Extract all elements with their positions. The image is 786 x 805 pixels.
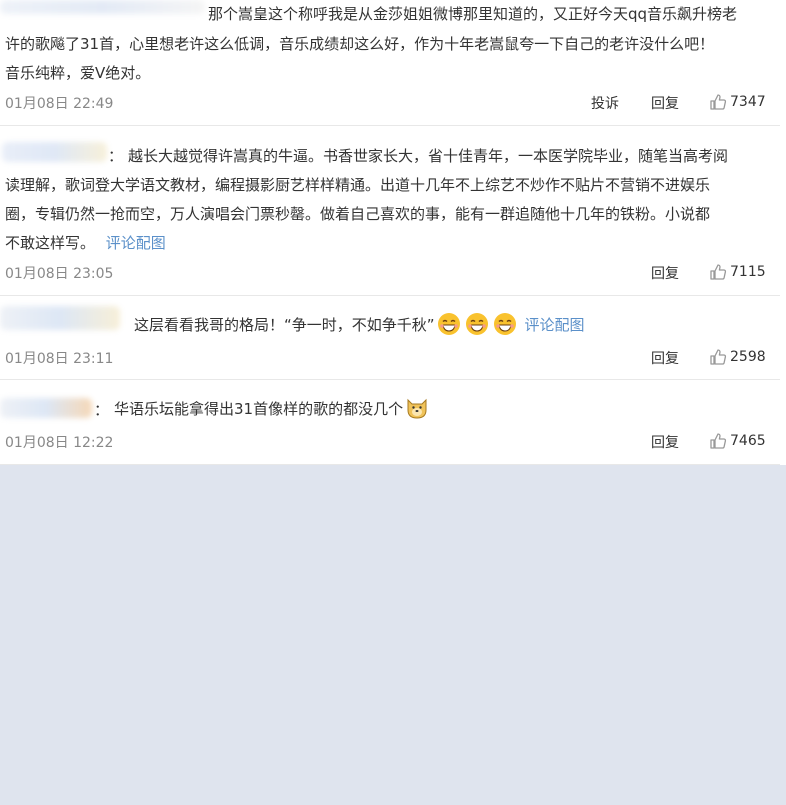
comment-body: 华语乐坛能拿得出31首像样的歌的都没几个 [114, 396, 431, 420]
comment-text: 华语乐坛能拿得出31首像样的歌的都没几个 [114, 399, 404, 418]
comment-item: 这层看看我哥的格局！“争一时，不如争千秋” 评论配图 01月08日 23:11 … [0, 296, 780, 380]
grinning-emoji-icon [465, 313, 488, 335]
report-button[interactable]: 投诉 [591, 93, 619, 113]
page-background [0, 465, 786, 805]
comment-picture-link[interactable]: 评论配图 [525, 314, 585, 335]
comment-body: 这层看看我哥的格局！“争一时，不如争千秋” 评论配图 [134, 312, 585, 336]
grinning-emoji-icon [437, 313, 460, 335]
comment-item: ： 越长大越觉得许嵩真的牛逼。书香世家长大，省十佳青年，一本医学院毕业，随笔当高… [0, 126, 780, 296]
comment-item: ： 华语乐坛能拿得出31首像样的歌的都没几个 01月08日 12:22 回复 7… [0, 380, 780, 465]
like-count: 2598 [730, 349, 766, 365]
like-count: 7465 [730, 433, 766, 449]
page: 那个嵩皇这个称呼我是从金莎姐姐微博那里知道的，又正好今天qq音乐飙升榜老 许的歌… [0, 0, 786, 805]
blurred-username [0, 398, 92, 418]
thumb-up-icon [709, 93, 727, 111]
like-button[interactable]: 7115 [709, 263, 766, 281]
comment-text-line: 音乐纯粹，爱V绝对。 [5, 64, 151, 82]
colon: ： [94, 401, 110, 419]
comment-picture-link[interactable]: 评论配图 [106, 234, 166, 252]
comment-text-line: 许的歌飚了31首，心里想老许这么低调，音乐成绩却这么好，作为十年老嵩鼠夸一下自己… [5, 35, 715, 53]
like-button[interactable]: 7347 [709, 93, 766, 111]
grinning-emoji-icon [493, 313, 516, 335]
comment-time: 01月08日 23:05 [5, 266, 114, 282]
reply-button[interactable]: 回复 [651, 263, 679, 283]
like-count: 7115 [730, 264, 766, 280]
blurred-username [0, 0, 205, 14]
like-button[interactable]: 7465 [709, 432, 766, 450]
comment-time: 01月08日 23:11 [5, 351, 114, 367]
reply-button[interactable]: 回复 [651, 348, 679, 368]
blurred-username [2, 142, 107, 162]
comment-text-line: 越长大越觉得许嵩真的牛逼。书香世家长大，省十佳青年，一本医学院毕业，随笔当高考阅 [128, 147, 729, 165]
thumb-up-icon [709, 263, 727, 281]
comment-text-line: 不敢这样写。 评论配图 [5, 232, 166, 253]
comment-time: 01月08日 12:22 [5, 435, 114, 451]
comment-list: 那个嵩皇这个称呼我是从金莎姐姐微博那里知道的，又正好今天qq音乐飙升榜老 许的歌… [0, 0, 786, 465]
reply-button[interactable]: 回复 [651, 432, 679, 452]
reply-button[interactable]: 回复 [651, 93, 679, 113]
like-button[interactable]: 2598 [709, 348, 766, 366]
thumb-up-icon [709, 432, 727, 450]
comment-text-end: 不敢这样写。 [5, 234, 96, 252]
comment-text-line: 读理解，歌词登大学语文教材，编程摄影厨艺样样精通。出道十几年不上综艺不炒作不贴片… [5, 176, 711, 194]
colon: ： [108, 147, 124, 165]
thumb-up-icon [709, 348, 727, 366]
blurred-username [0, 306, 120, 330]
doge-emoji-icon [407, 398, 427, 419]
comment-text-line: 那个嵩皇这个称呼我是从金莎姐姐微博那里知道的，又正好今天qq音乐飙升榜老 [208, 5, 738, 23]
comment-text: 这层看看我哥的格局！“争一时，不如争千秋” [134, 315, 435, 334]
like-count: 7347 [730, 94, 766, 110]
comment-item: 那个嵩皇这个称呼我是从金莎姐姐微博那里知道的，又正好今天qq音乐飙升榜老 许的歌… [0, 0, 780, 126]
comment-time: 01月08日 22:49 [5, 96, 114, 112]
comment-text-line: 圈，专辑仍然一抢而空，万人演唱会门票秒罄。做着自己喜欢的事，能有一群追随他十几年… [5, 205, 711, 223]
